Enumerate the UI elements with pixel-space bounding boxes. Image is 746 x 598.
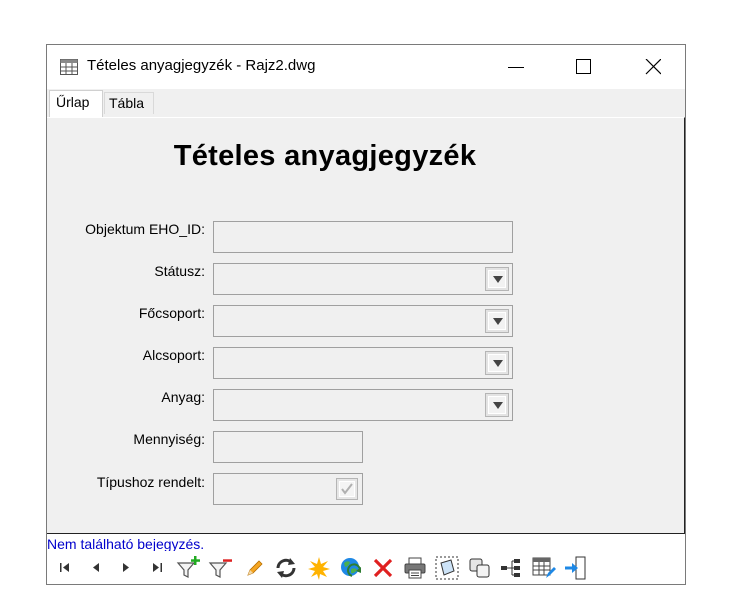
last-record-icon [153, 563, 162, 572]
edit-icon [247, 560, 263, 576]
close-icon [645, 59, 661, 75]
remove-filter-button[interactable] [207, 555, 233, 581]
object-id-field[interactable] [213, 221, 513, 253]
last-record-button[interactable] [143, 555, 169, 581]
add-filter-button[interactable] [175, 555, 201, 581]
field-label-status: Státusz: [154, 263, 205, 279]
main-group-dropdown[interactable] [213, 305, 513, 337]
minimize-button[interactable] [493, 45, 539, 89]
main-group-dropdown-button[interactable] [485, 309, 509, 333]
previous-record-button[interactable] [83, 555, 109, 581]
refresh-button[interactable] [273, 555, 299, 581]
field-label-main-group: Főcsoport: [138, 305, 205, 321]
next-record-button[interactable] [113, 555, 139, 581]
close-button[interactable] [630, 45, 676, 89]
add-filter-icon [176, 556, 200, 578]
field-label-object-id: Objektum EHO_ID: [85, 221, 205, 237]
print-icon [404, 557, 426, 579]
table-settings-button[interactable] [531, 555, 557, 581]
field-label-quantity: Mennyiség: [133, 431, 205, 447]
maximize-button[interactable] [560, 45, 606, 89]
print-button[interactable] [402, 555, 428, 581]
minimize-icon [508, 67, 524, 68]
maximize-icon [576, 59, 591, 74]
tab-form[interactable]: Űrlap [49, 90, 103, 117]
connect-button[interactable] [499, 555, 525, 581]
exit-button[interactable] [563, 555, 589, 581]
form-panel: Tételes anyagjegyzék Objektum EHO_ID: St… [47, 117, 685, 533]
connect-icon [501, 559, 520, 577]
select-object-button[interactable] [434, 555, 460, 581]
chevron-down-icon [493, 318, 503, 325]
status-message: Nem található bejegyzés. [47, 536, 205, 552]
copy-button[interactable] [467, 555, 493, 581]
material-dropdown-button[interactable] [485, 393, 509, 417]
edit-button[interactable] [241, 555, 267, 581]
first-record-icon [60, 563, 69, 572]
exit-icon [565, 556, 586, 580]
subgroup-dropdown-button[interactable] [485, 351, 509, 375]
field-label-type-assigned: Típushoz rendelt: [96, 474, 205, 490]
refresh-icon [276, 558, 296, 578]
new-record-button[interactable] [306, 555, 332, 581]
type-assigned-field[interactable] [213, 473, 363, 505]
copy-icon [469, 558, 490, 578]
quantity-field[interactable] [213, 431, 363, 463]
tab-table[interactable]: Tábla [104, 92, 154, 114]
checkmark-icon [341, 483, 353, 495]
app-window: Tételes anyagjegyzék - Rajz2.dwg Űrlap T… [46, 44, 686, 585]
new-record-icon [308, 557, 330, 580]
tab-bar: Űrlap Tábla [47, 89, 685, 117]
first-record-button[interactable] [53, 555, 79, 581]
status-dropdown-button[interactable] [485, 267, 509, 291]
field-label-subgroup: Alcsoport: [142, 347, 205, 363]
remove-filter-icon [208, 559, 232, 578]
zoom-to-button[interactable] [338, 555, 364, 581]
table-settings-icon [532, 557, 556, 578]
zoom-to-icon [341, 558, 361, 577]
type-assigned-checkbox[interactable] [336, 478, 358, 500]
form-title: Tételes anyagjegyzék [173, 140, 477, 172]
material-dropdown[interactable] [213, 389, 513, 421]
next-record-icon [123, 563, 129, 572]
title-bar[interactable]: Tételes anyagjegyzék - Rajz2.dwg [47, 45, 685, 89]
status-dropdown[interactable] [213, 263, 513, 295]
subgroup-dropdown[interactable] [213, 347, 513, 379]
select-object-icon [435, 556, 459, 580]
table-app-icon [60, 59, 78, 75]
delete-button[interactable] [370, 555, 396, 581]
chevron-down-icon [493, 402, 503, 409]
record-toolbar [47, 551, 685, 584]
chevron-down-icon [493, 276, 503, 283]
field-label-material: Anyag: [161, 389, 205, 405]
delete-icon [373, 558, 393, 578]
chevron-down-icon [493, 360, 503, 367]
window-title: Tételes anyagjegyzék - Rajz2.dwg [87, 57, 316, 74]
status-bar: Nem található bejegyzés. [47, 533, 685, 552]
previous-record-icon [93, 563, 99, 572]
